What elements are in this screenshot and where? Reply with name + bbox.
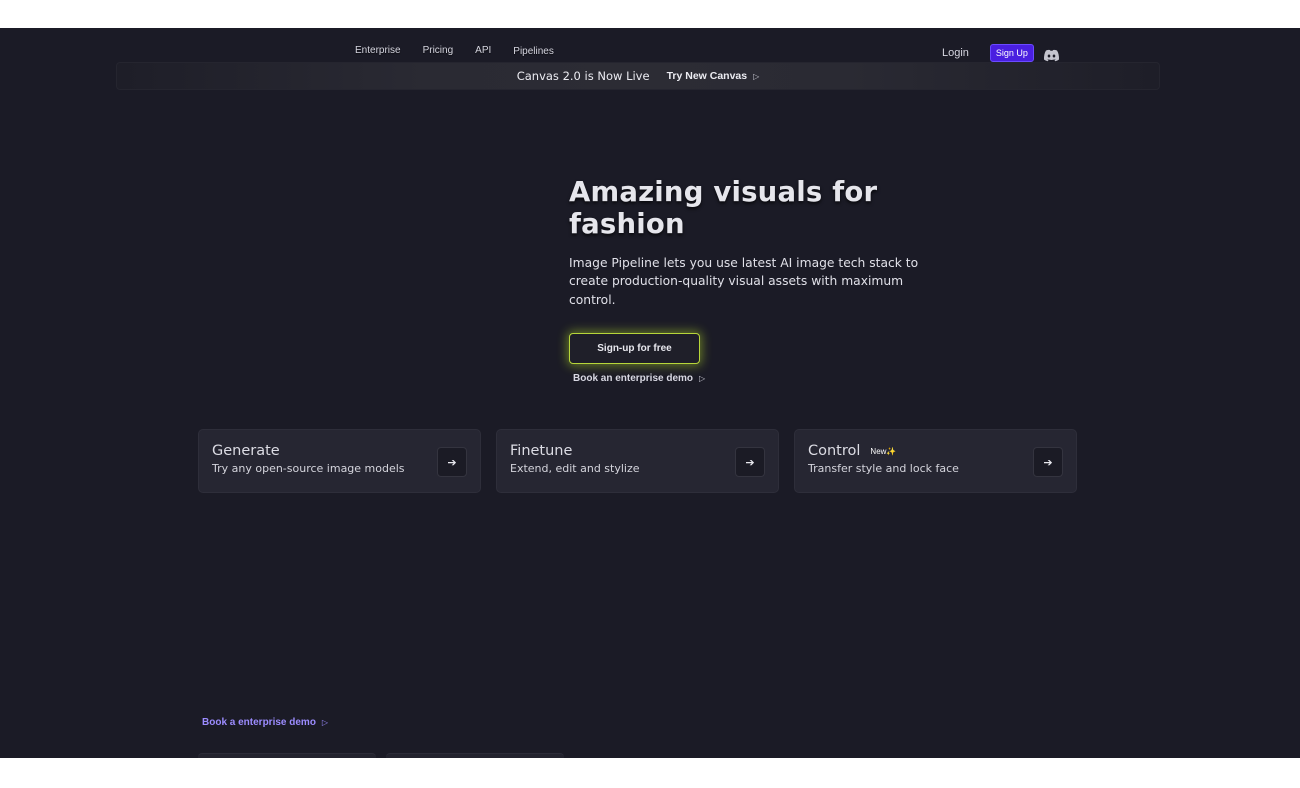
card-title-text: Generate [212, 443, 280, 459]
hero-title-line2: fashion [569, 208, 685, 240]
announcement-bar: Canvas 2.0 is Now Live Try New Canvas ▷ [116, 62, 1160, 90]
card-title-text: Finetune [510, 443, 573, 459]
hero-section: Amazing visuals for fashion Image Pipeli… [569, 176, 949, 309]
play-arrow-icon: ▷ [321, 718, 329, 727]
announcement-text: Canvas 2.0 is Now Live [516, 69, 650, 83]
card-generate[interactable]: Generate Try any open-source image model… [198, 429, 481, 493]
nav-link-pipelines[interactable]: Pipelines [513, 46, 554, 57]
card-description: Try any open-source image models [212, 462, 405, 475]
book-demo-label: Book a enterprise demo [202, 717, 316, 728]
discord-icon[interactable] [1043, 47, 1060, 61]
card-description: Transfer style and lock face [808, 462, 959, 475]
signup-free-button[interactable]: Sign-up for free [569, 333, 700, 364]
new-badge: New✨ [870, 446, 897, 456]
book-demo-link-bottom[interactable]: Book a enterprise demo ▷ [202, 717, 328, 728]
play-arrow-icon: ▷ [753, 71, 760, 81]
hero-subtitle: Image Pipeline lets you use latest AI im… [569, 256, 919, 307]
card-title: Finetune [510, 443, 572, 459]
nav-link-enterprise[interactable]: Enterprise [355, 45, 401, 56]
nav-link-pricing[interactable]: Pricing [423, 45, 454, 56]
card-title: Generate [212, 443, 280, 459]
card-title-text: Control [808, 443, 861, 459]
nav-link-api[interactable]: API [475, 45, 491, 56]
book-enterprise-demo-link[interactable]: Book an enterprise demo ▷ [573, 373, 705, 384]
arrow-right-icon[interactable]: ➔ [735, 447, 765, 477]
try-new-canvas-label: Try New Canvas [666, 70, 748, 82]
hero-title: Amazing visuals for fashion [569, 176, 949, 240]
nav-actions: Login Sign Up [942, 44, 1060, 62]
page-viewport: Enterprise Pricing API Pipelines Login S… [0, 28, 1300, 758]
arrow-right-icon[interactable]: ➔ [437, 447, 467, 477]
try-new-canvas-link[interactable]: Try New Canvas ▷ [667, 70, 760, 82]
login-link[interactable]: Login [942, 47, 969, 59]
next-section-card-peek [386, 753, 564, 758]
hero-title-line1: Amazing visuals for [569, 176, 878, 208]
next-section-card-peek [198, 753, 376, 758]
book-enterprise-demo-label: Book an enterprise demo [573, 373, 694, 384]
play-arrow-icon: ▷ [699, 374, 706, 383]
card-control[interactable]: Control New✨ Transfer style and lock fac… [794, 429, 1077, 493]
card-description: Extend, edit and stylize [510, 462, 640, 475]
signup-button[interactable]: Sign Up [989, 44, 1034, 62]
nav-links: Enterprise Pricing API Pipelines [355, 45, 576, 57]
card-finetune[interactable]: Finetune Extend, edit and stylize ➔ [496, 429, 779, 493]
card-title: Control New✨ [808, 443, 896, 459]
arrow-right-icon[interactable]: ➔ [1033, 447, 1063, 477]
